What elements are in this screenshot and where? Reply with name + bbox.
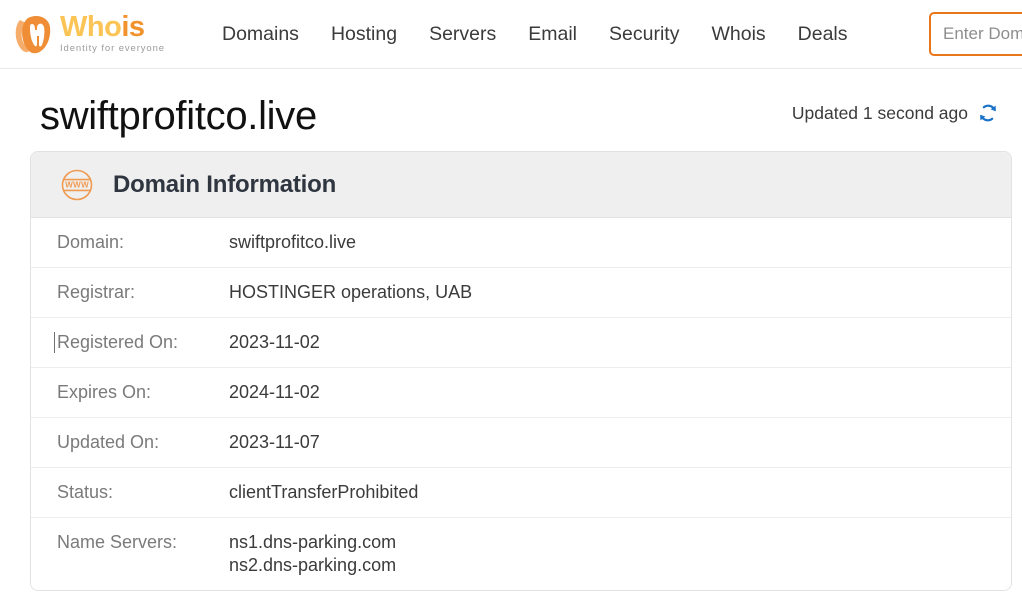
nav-item-servers[interactable]: Servers	[413, 19, 512, 50]
site-logo[interactable]: Whois Identity for everyone	[10, 9, 165, 59]
row-label-domain: Domain:	[57, 232, 125, 252]
table-row: Name Servers: ns1.dns-parking.com ns2.dn…	[31, 518, 1011, 590]
nav-item-hosting[interactable]: Hosting	[315, 19, 413, 50]
card-title: Domain Information	[113, 170, 337, 198]
row-value-domain: swiftprofitco.live	[229, 232, 357, 252]
card-header: WWW Domain Information	[31, 152, 1011, 218]
row-value-registered-on: 2023-11-02	[229, 332, 320, 352]
logo-word-part1: Who	[60, 11, 122, 43]
main-navigation: Domains Hosting Servers Email Security W…	[206, 19, 864, 50]
nav-item-domains[interactable]: Domains	[206, 19, 315, 50]
table-row: Expires On: 2024-11-02	[31, 368, 1011, 418]
svg-text:WWW: WWW	[65, 180, 89, 189]
page-title: swiftprofitco.live	[40, 94, 317, 138]
logo-wordmark: Whois Identity for everyone	[60, 12, 165, 56]
card-body: Domain: swiftprofitco.live Registrar: HO…	[31, 218, 1011, 590]
table-row: Updated On: 2023-11-07	[31, 418, 1011, 468]
whois-fingerprint-icon	[10, 12, 58, 56]
text-cursor	[54, 332, 55, 353]
domain-information-card: WWW Domain Information Domain: swiftprof…	[30, 151, 1012, 591]
row-label-name-servers: Name Servers:	[57, 532, 178, 552]
row-value-status: clientTransferProhibited	[229, 482, 419, 502]
page-title-row: swiftprofitco.live Updated 1 second ago	[0, 89, 1022, 143]
row-label-updated-on: Updated On:	[57, 432, 160, 452]
table-row: Registrar: HOSTINGER operations, UAB	[31, 268, 1011, 318]
nav-item-security[interactable]: Security	[593, 19, 695, 50]
last-updated[interactable]: Updated 1 second ago	[792, 101, 1000, 125]
updated-text: Updated 1 second ago	[791, 102, 968, 123]
table-row: Status: clientTransferProhibited	[31, 468, 1011, 518]
search-input[interactable]	[929, 12, 1022, 56]
logo-word-part2: is	[121, 11, 145, 43]
logo-tagline: Identity for everyone	[60, 43, 165, 54]
row-value-updated-on: 2023-11-07	[229, 432, 320, 452]
nav-item-email[interactable]: Email	[512, 19, 593, 50]
table-row: Registered On: 2023-11-02	[31, 318, 1011, 368]
domain-search	[929, 12, 1022, 56]
row-value-registrar: HOSTINGER operations, UAB	[229, 282, 473, 302]
table-row: Domain: swiftprofitco.live	[31, 218, 1011, 268]
www-globe-icon: WWW	[57, 165, 97, 205]
row-label-expires-on: Expires On:	[57, 382, 152, 402]
row-label-status: Status:	[57, 482, 114, 502]
refresh-icon[interactable]	[976, 101, 1000, 125]
nav-item-whois[interactable]: Whois	[695, 19, 781, 50]
row-label-registered-on-text: Registered On:	[57, 332, 179, 352]
row-value-name-servers: ns1.dns-parking.com ns2.dns-parking.com	[229, 532, 397, 575]
row-value-expires-on: 2024-11-02	[229, 382, 320, 402]
row-label-registrar: Registrar:	[57, 282, 136, 302]
nav-item-deals[interactable]: Deals	[782, 19, 864, 50]
site-header: Whois Identity for everyone Domains Host…	[0, 0, 1022, 69]
row-label-registered-on: Registered On:	[54, 331, 229, 354]
